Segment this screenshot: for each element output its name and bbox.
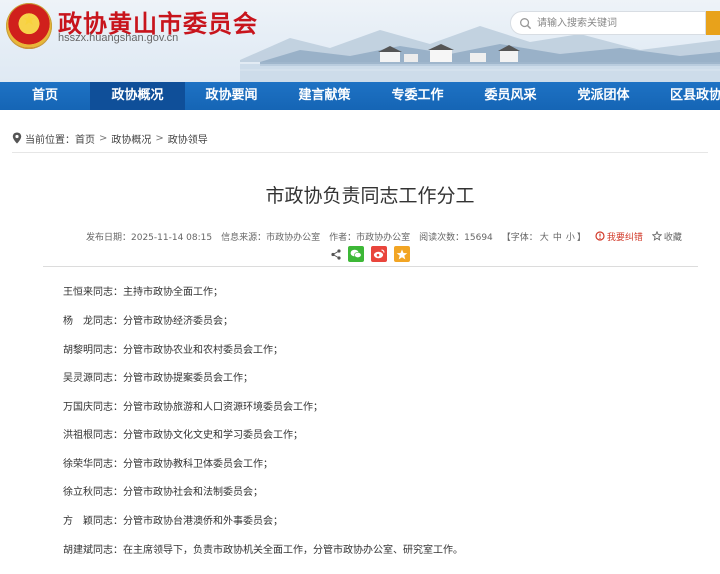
nav-item-news[interactable]: 政协要闻 bbox=[185, 82, 278, 110]
duty-line: 杨 龙同志：分管市政协经济委员会； bbox=[63, 316, 233, 327]
share-bar bbox=[331, 245, 417, 263]
duty-line: 万国庆同志：分管市政协旅游和人口资源环境委员会工作； bbox=[63, 402, 323, 413]
nav-item-members[interactable]: 委员风采 bbox=[464, 82, 557, 110]
share-qzone-button[interactable] bbox=[394, 246, 410, 262]
share-wechat-button[interactable] bbox=[348, 246, 364, 262]
search-input[interactable] bbox=[537, 12, 705, 34]
error-report-link[interactable]: 我要纠错 bbox=[595, 230, 643, 243]
author: 作者：市政协办公室 bbox=[329, 232, 411, 243]
main-nav: 首页 政协概况 政协要闻 建言献策 专委工作 委员风采 党派团体 区县政协 bbox=[0, 82, 720, 110]
breadcrumb-overview[interactable]: 政协概况 bbox=[111, 131, 151, 146]
search-icon bbox=[520, 18, 532, 30]
breadcrumb-divider bbox=[12, 152, 708, 153]
error-report-icon bbox=[595, 231, 605, 241]
breadcrumb-leaders[interactable]: 政协领导 bbox=[168, 131, 208, 146]
share-icon bbox=[331, 248, 341, 260]
nav-item-home[interactable]: 首页 bbox=[0, 82, 90, 110]
duty-line: 方 颖同志：分管市政协台港澳侨和外事委员会； bbox=[63, 516, 283, 527]
favorite-label: 收藏 bbox=[663, 232, 682, 243]
star-icon bbox=[651, 231, 662, 241]
location-pin-icon bbox=[12, 132, 22, 144]
breadcrumb-home[interactable]: 首页 bbox=[75, 131, 95, 146]
font-size-suffix: 】 bbox=[576, 232, 586, 243]
qzone-star-icon bbox=[396, 249, 408, 259]
article-meta: 发布日期：2025-11-14 08:15 信息来源：市政协办公室 作者：市政协… bbox=[86, 229, 682, 243]
duty-line: 胡建斌同志：在主席领导下，负责市政协机关全面工作，分管市政协办公室、研究室工作。 bbox=[63, 545, 463, 556]
nav-item-parties[interactable]: 党派团体 bbox=[557, 82, 650, 110]
duty-line: 徐立秋同志：分管市政协社会和法制委员会； bbox=[63, 487, 263, 498]
font-size-large[interactable]: 大 bbox=[540, 230, 549, 243]
article-divider bbox=[43, 266, 698, 267]
view-count: 阅读次数：15694 bbox=[419, 232, 493, 243]
nav-item-suggestions[interactable]: 建言献策 bbox=[278, 82, 371, 110]
cppcc-emblem-icon bbox=[6, 3, 52, 49]
info-source: 信息来源：市政协办公室 bbox=[221, 232, 321, 243]
site-domain: hsszx.huangshan.gov.cn bbox=[58, 32, 179, 44]
nav-item-overview[interactable]: 政协概况 bbox=[90, 82, 185, 110]
nav-item-committees[interactable]: 专委工作 bbox=[371, 82, 464, 110]
site-header: 政协黄山市委员会 hsszx.huangshan.gov.cn bbox=[0, 0, 720, 82]
duty-line: 胡黎明同志：分管市政协农业和农村委员会工作； bbox=[63, 345, 283, 356]
article-title: 市政协负责同志工作分工 bbox=[265, 185, 475, 207]
font-size-prefix: 【字体： bbox=[501, 232, 538, 243]
error-report-label: 我要纠错 bbox=[606, 232, 643, 243]
breadcrumb-separator: > bbox=[99, 132, 108, 144]
font-size-medium[interactable]: 中 bbox=[553, 230, 562, 243]
share-weibo-button[interactable] bbox=[371, 246, 387, 262]
weibo-icon bbox=[373, 249, 385, 259]
breadcrumb: 当前位置： 首页 > 政协概况 > 政协领导 bbox=[12, 131, 208, 146]
duty-line: 吴灵源同志：分管市政协提案委员会工作； bbox=[63, 373, 253, 384]
search-box bbox=[510, 11, 706, 35]
favorite-link[interactable]: 收藏 bbox=[651, 230, 682, 243]
breadcrumb-separator: > bbox=[155, 132, 164, 144]
duty-line: 洪祖根同志：分管市政协文化文史和学习委员会工作； bbox=[63, 430, 303, 441]
nav-item-districts[interactable]: 区县政协 bbox=[650, 82, 720, 110]
search-button[interactable] bbox=[706, 11, 720, 35]
duty-line: 徐荣华同志：分管市政协教科卫体委员会工作； bbox=[63, 459, 273, 470]
duty-line: 王恒来同志：主持市政协全面工作； bbox=[63, 287, 223, 298]
publish-date: 发布日期：2025-11-14 08:15 bbox=[86, 232, 213, 243]
wechat-icon bbox=[350, 249, 362, 259]
breadcrumb-prefix: 当前位置： bbox=[25, 134, 75, 146]
font-size-small[interactable]: 小 bbox=[566, 230, 575, 243]
